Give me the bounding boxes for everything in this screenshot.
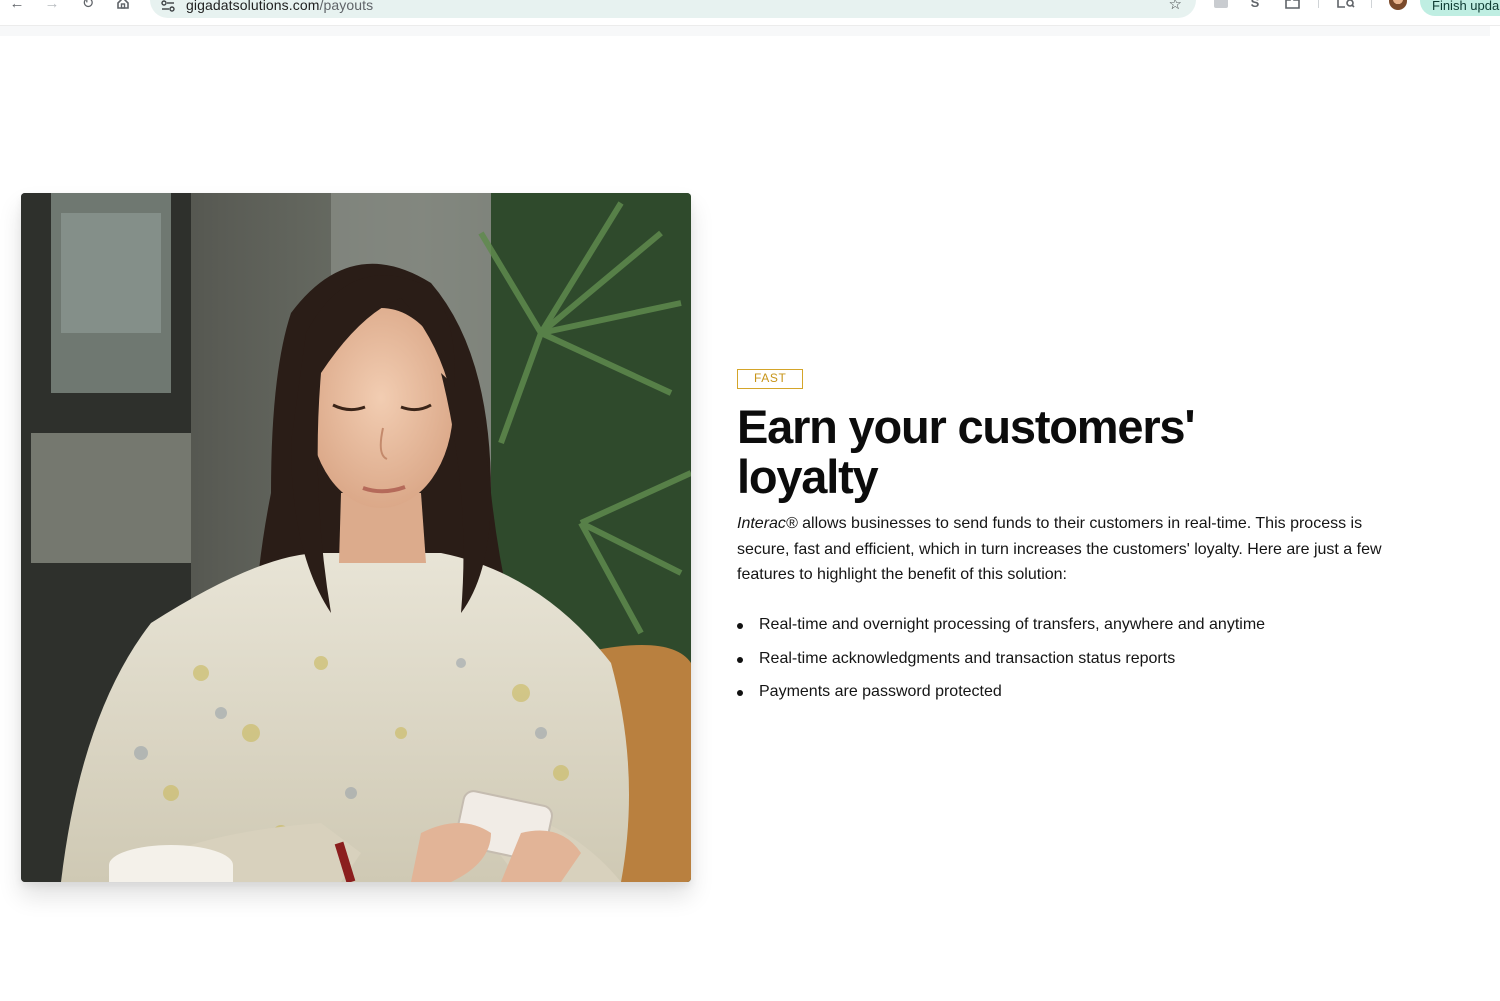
section-tag: FAST [737,369,804,389]
toolbar-divider [1318,0,1319,8]
feature-text: Real-time and overnight processing of tr… [759,616,1266,633]
profile-avatar[interactable] [1389,0,1407,10]
reading-list-icon[interactable] [1335,0,1357,10]
address-bar[interactable]: gigadatsolutions.com/payouts ☆ [150,0,1196,18]
site-info-icon[interactable] [160,0,176,13]
section-heading: Earn your customers' loyalty [737,400,1196,503]
extension-s-icon[interactable]: S [1248,0,1262,10]
bullet-dot [737,656,743,663]
woman-with-phone-photo [21,193,691,882]
interac-brand-text: Interac® [737,515,798,532]
bookmarks-bar [0,26,1490,36]
features-list: Real-time and overnight processing of tr… [737,613,1417,714]
intro-text: allows businesses to send funds to their… [737,515,1382,584]
list-item: Real-time and overnight processing of tr… [737,613,1417,637]
intro-paragraph: Interac® allows businesses to send funds… [737,511,1417,588]
url-text[interactable]: gigadatsolutions.com/payouts [186,0,373,13]
list-item: Payments are password protected [737,680,1417,704]
bullet-dot [737,623,743,629]
browser-toolbar: ← → ↻ gigadatsolutions.com/payouts ☆ S F… [0,0,1500,26]
finish-update-button[interactable]: Finish upda [1420,0,1500,16]
url-path: /payouts [319,0,374,13]
home-icon[interactable] [112,0,134,14]
bookmark-star-icon[interactable]: ☆ [1169,0,1182,13]
reload-icon[interactable]: ↻ [77,0,99,14]
extension-icon[interactable] [1212,0,1230,10]
forward-arrow-icon[interactable]: → [41,0,63,14]
bullet-dot [737,690,743,697]
list-item: Real-time acknowledgments and transactio… [737,647,1417,671]
feature-text: Payments are password protected [759,683,1002,701]
toolbar-divider [1371,0,1372,8]
feature-text: Real-time acknowledgments and transactio… [759,649,1176,667]
extensions-puzzle-icon[interactable] [1283,0,1303,10]
back-arrow-icon[interactable]: ← [6,0,28,14]
url-domain: gigadatsolutions.com [186,0,320,13]
